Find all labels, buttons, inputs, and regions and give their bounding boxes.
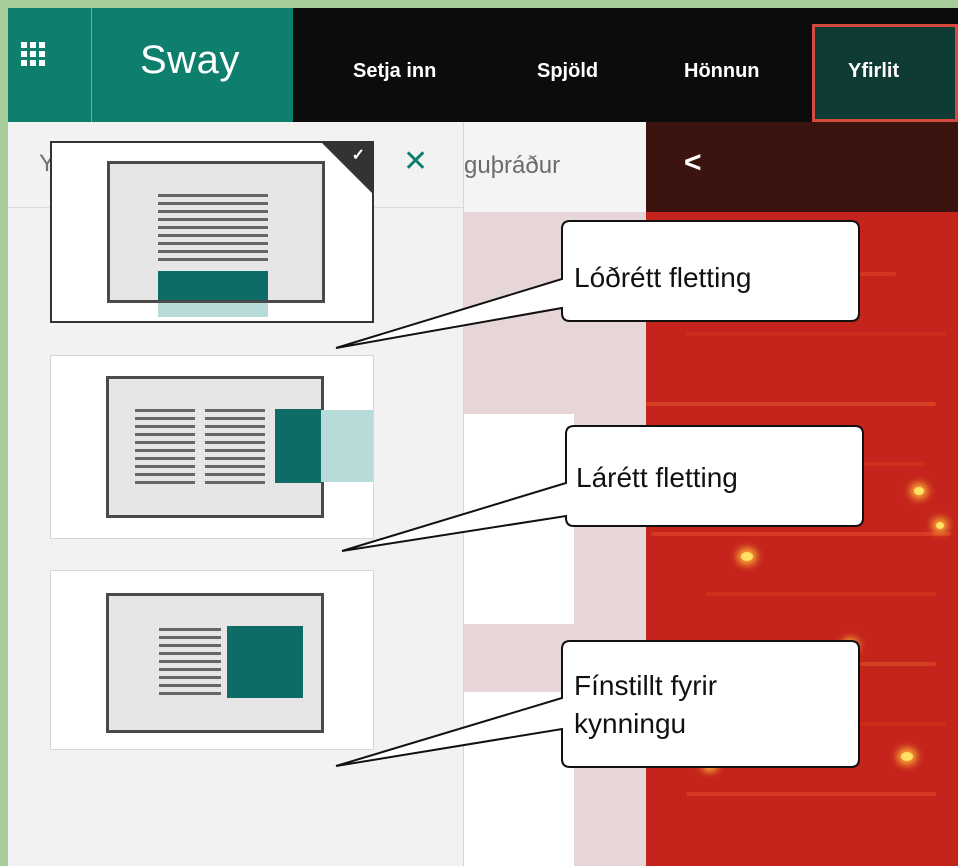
brand-area: Sway	[92, 8, 293, 122]
layout-option-vertical[interactable]: ✓	[50, 141, 374, 323]
layout-option-presentation[interactable]	[50, 570, 374, 750]
menu-design[interactable]: Hönnun	[684, 60, 760, 83]
storyline-tab-label: guþráður	[464, 152, 561, 179]
presentation-layout-thumbnail	[106, 593, 324, 733]
callout-vertical: Lóðrétt fletting	[574, 262, 752, 293]
close-icon[interactable]: ✕	[403, 147, 428, 177]
app-launcher-button[interactable]	[8, 8, 92, 122]
storyline-tab[interactable]: guþráður	[464, 122, 646, 212]
checkmark-icon: ✓	[351, 147, 365, 164]
callout-presentation-line1: Fínstillt fyrir	[574, 670, 718, 701]
storyline-card[interactable]	[464, 414, 574, 624]
menu-cards[interactable]: Spjöld	[537, 60, 598, 83]
horizontal-layout-thumbnail	[106, 376, 324, 518]
storyline-card[interactable]	[464, 692, 574, 866]
preview-header: <	[646, 122, 958, 212]
vertical-layout-thumbnail	[107, 161, 325, 303]
layout-option-horizontal[interactable]	[50, 355, 374, 539]
screenshot-frame: Sway Setja inn Spjöld Hönnun Yfirlit Yfi…	[0, 0, 958, 866]
callout-presentation-line2: kynningu	[574, 708, 687, 739]
layout-panel: Yfirlit ✕ ✓	[8, 122, 464, 866]
top-bar: Sway Setja inn Spjöld Hönnun Yfirlit	[8, 8, 958, 122]
menu-layout[interactable]: Yfirlit	[848, 60, 899, 83]
callout-horizontal: Lárétt fletting	[576, 462, 738, 493]
app-launcher-grid-icon	[21, 42, 45, 66]
app-brand: Sway	[140, 38, 240, 82]
storyline-card-bg	[574, 212, 646, 866]
menu-insert[interactable]: Setja inn	[353, 60, 436, 83]
chevron-left-icon[interactable]: <	[684, 146, 702, 180]
app-window: Sway Setja inn Spjöld Hönnun Yfirlit Yfi…	[8, 8, 958, 866]
